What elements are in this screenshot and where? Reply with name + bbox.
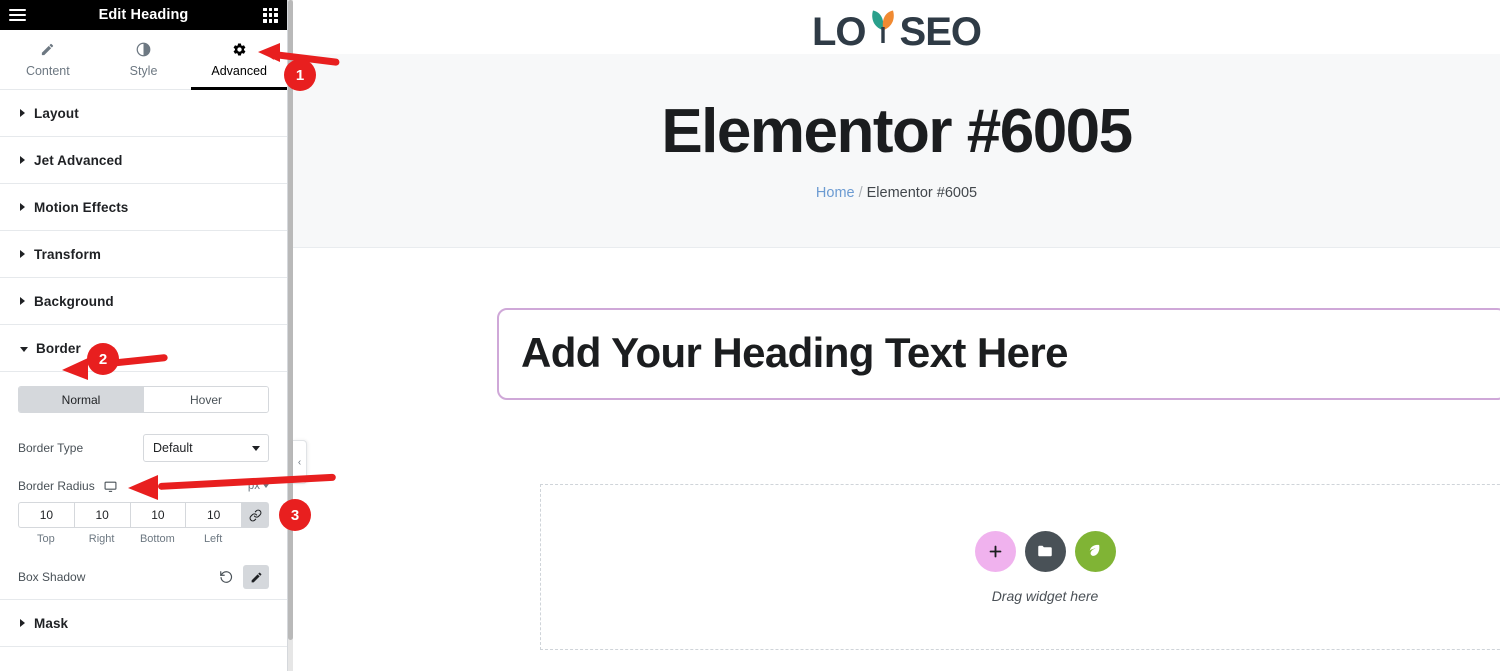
site-logo[interactable]: LO SEO [811, 3, 982, 54]
sidebar-section-layout[interactable]: Layout [0, 90, 287, 137]
logo-leaf-icon [866, 3, 900, 45]
border-radius-header: Border Radius px [18, 479, 269, 493]
logo-text-after: SEO [899, 9, 982, 54]
border-radius-bottom-label: Bottom [139, 533, 175, 545]
breadcrumb: Home / Elementor #6005 [816, 185, 977, 201]
sidebar-section-mask-label: Mask [34, 615, 69, 631]
state-hover-button[interactable]: Hover [143, 387, 268, 412]
border-radius-left-cell [185, 502, 241, 528]
tab-advanced-label: Advanced [211, 64, 267, 78]
annotation-badge-1: 1 [284, 59, 316, 91]
border-radius-label: Border Radius [18, 479, 95, 493]
site-header: LO SEO [293, 0, 1500, 54]
box-shadow-edit-button[interactable] [243, 565, 269, 589]
chevron-down-icon [263, 484, 269, 488]
logo-text-before: LO [811, 9, 867, 54]
annotation-badge-2: 2 [87, 343, 119, 375]
chevron-right-icon [20, 109, 25, 117]
hero-section: Elementor #6005 Home / Elementor #6005 [293, 54, 1500, 248]
chevron-right-icon [20, 619, 25, 627]
sidebar-section-mask[interactable]: Mask [0, 600, 287, 647]
sidebar-section-background-label: Background [34, 293, 114, 309]
grid-icon[interactable] [263, 7, 278, 23]
breadcrumb-home-link[interactable]: Home [816, 185, 855, 201]
elementor-editor-panel: Edit Heading Content Style Advanced Layo… [0, 0, 288, 671]
link-icon[interactable] [241, 502, 269, 528]
border-radius-top-cell [18, 502, 74, 528]
chevron-right-icon [20, 297, 25, 305]
sidebar-section-motion-effects[interactable]: Motion Effects [0, 184, 287, 231]
sidebar-section-border-label: Border [36, 340, 81, 356]
dropzone-label: Drag widget here [991, 587, 1099, 604]
chevron-right-icon [20, 250, 25, 258]
sidebar-section-motion-effects-label: Motion Effects [34, 199, 129, 215]
pencil-icon [40, 41, 55, 58]
tab-advanced[interactable]: Advanced [191, 30, 287, 90]
border-radius-right-label: Right [88, 533, 115, 545]
border-radius-unit-select[interactable]: px [248, 480, 269, 492]
chevron-down-icon [20, 346, 28, 352]
gear-icon [232, 41, 247, 58]
hamburger-icon[interactable] [9, 8, 26, 22]
dropzone-buttons [974, 530, 1116, 572]
border-radius-inputs [18, 502, 269, 528]
monitor-icon[interactable] [104, 480, 117, 493]
sidebar-section-layout-label: Layout [34, 105, 79, 121]
border-state-toggle: Normal Hover [18, 386, 269, 413]
border-type-label: Border Type [18, 441, 84, 455]
tab-style-label: Style [129, 64, 158, 78]
widget-dropzone[interactable]: Drag widget here [540, 484, 1500, 650]
breadcrumb-current: Elementor #6005 [866, 184, 978, 201]
state-normal-button[interactable]: Normal [19, 387, 143, 412]
sidebar-section-jet-advanced[interactable]: Jet Advanced [0, 137, 287, 184]
heading-widget-wrapper: Add Your Heading Text Here [497, 308, 1500, 400]
preview-canvas: LO SEO Elementor #6005 Home / Elementor #6… [293, 0, 1500, 671]
border-radius-right-cell [73, 502, 130, 528]
panel-collapse-handle[interactable]: ‹ [293, 440, 307, 484]
folder-icon[interactable] [1024, 530, 1066, 572]
box-shadow-row: Box Shadow [18, 565, 269, 589]
panel-header: Edit Heading [0, 0, 287, 30]
chevron-down-icon [252, 445, 260, 451]
tab-content[interactable]: Content [0, 30, 96, 89]
tab-content-label: Content [25, 64, 70, 78]
border-radius-top-input[interactable] [18, 502, 74, 528]
border-radius-unit-value: px [247, 480, 260, 492]
border-radius-bottom-input[interactable] [129, 502, 186, 528]
breadcrumb-separator: / [858, 184, 863, 201]
sidebar-section-border[interactable]: Border [0, 325, 287, 372]
leaf-icon[interactable] [1074, 530, 1116, 572]
heading-widget[interactable]: Add Your Heading Text Here [497, 308, 1500, 400]
border-radius-left-label: Left [203, 533, 223, 545]
border-type-select[interactable]: Default [143, 434, 269, 462]
panel-title: Edit Heading [98, 7, 189, 23]
border-radius-left-input[interactable] [185, 502, 241, 528]
heading-widget-text: Add Your Heading Text Here [521, 329, 1068, 376]
plus-icon[interactable] [974, 530, 1016, 572]
screenshot-root: Edit Heading Content Style Advanced Layo… [0, 0, 1500, 671]
sidebar-section-transform-label: Transform [34, 246, 101, 262]
tab-style[interactable]: Style [96, 30, 192, 89]
annotation-badge-3: 3 [279, 499, 311, 531]
border-type-value: Default [153, 441, 193, 455]
border-section-body: Normal Hover Border Type Default Border … [0, 372, 287, 600]
chevron-right-icon [20, 156, 25, 164]
border-radius-sublabels: Top Right Bottom Left [18, 533, 269, 545]
page-title: Elementor #6005 [661, 96, 1133, 166]
panel-tabs: Content Style Advanced [0, 30, 287, 90]
chevron-left-icon: ‹ [297, 456, 302, 468]
border-radius-top-label: Top [37, 533, 55, 545]
half-circle-icon [136, 41, 151, 58]
chevron-right-icon [20, 203, 25, 211]
border-type-row: Border Type Default [18, 434, 269, 462]
sidebar-section-background[interactable]: Background [0, 278, 287, 325]
border-radius-right-input[interactable] [73, 502, 130, 528]
border-radius-bottom-cell [129, 502, 186, 528]
sidebar-section-transform[interactable]: Transform [0, 231, 287, 278]
reset-icon[interactable] [219, 570, 233, 584]
sidebar-section-jet-advanced-label: Jet Advanced [34, 152, 123, 168]
box-shadow-label: Box Shadow [18, 570, 86, 584]
